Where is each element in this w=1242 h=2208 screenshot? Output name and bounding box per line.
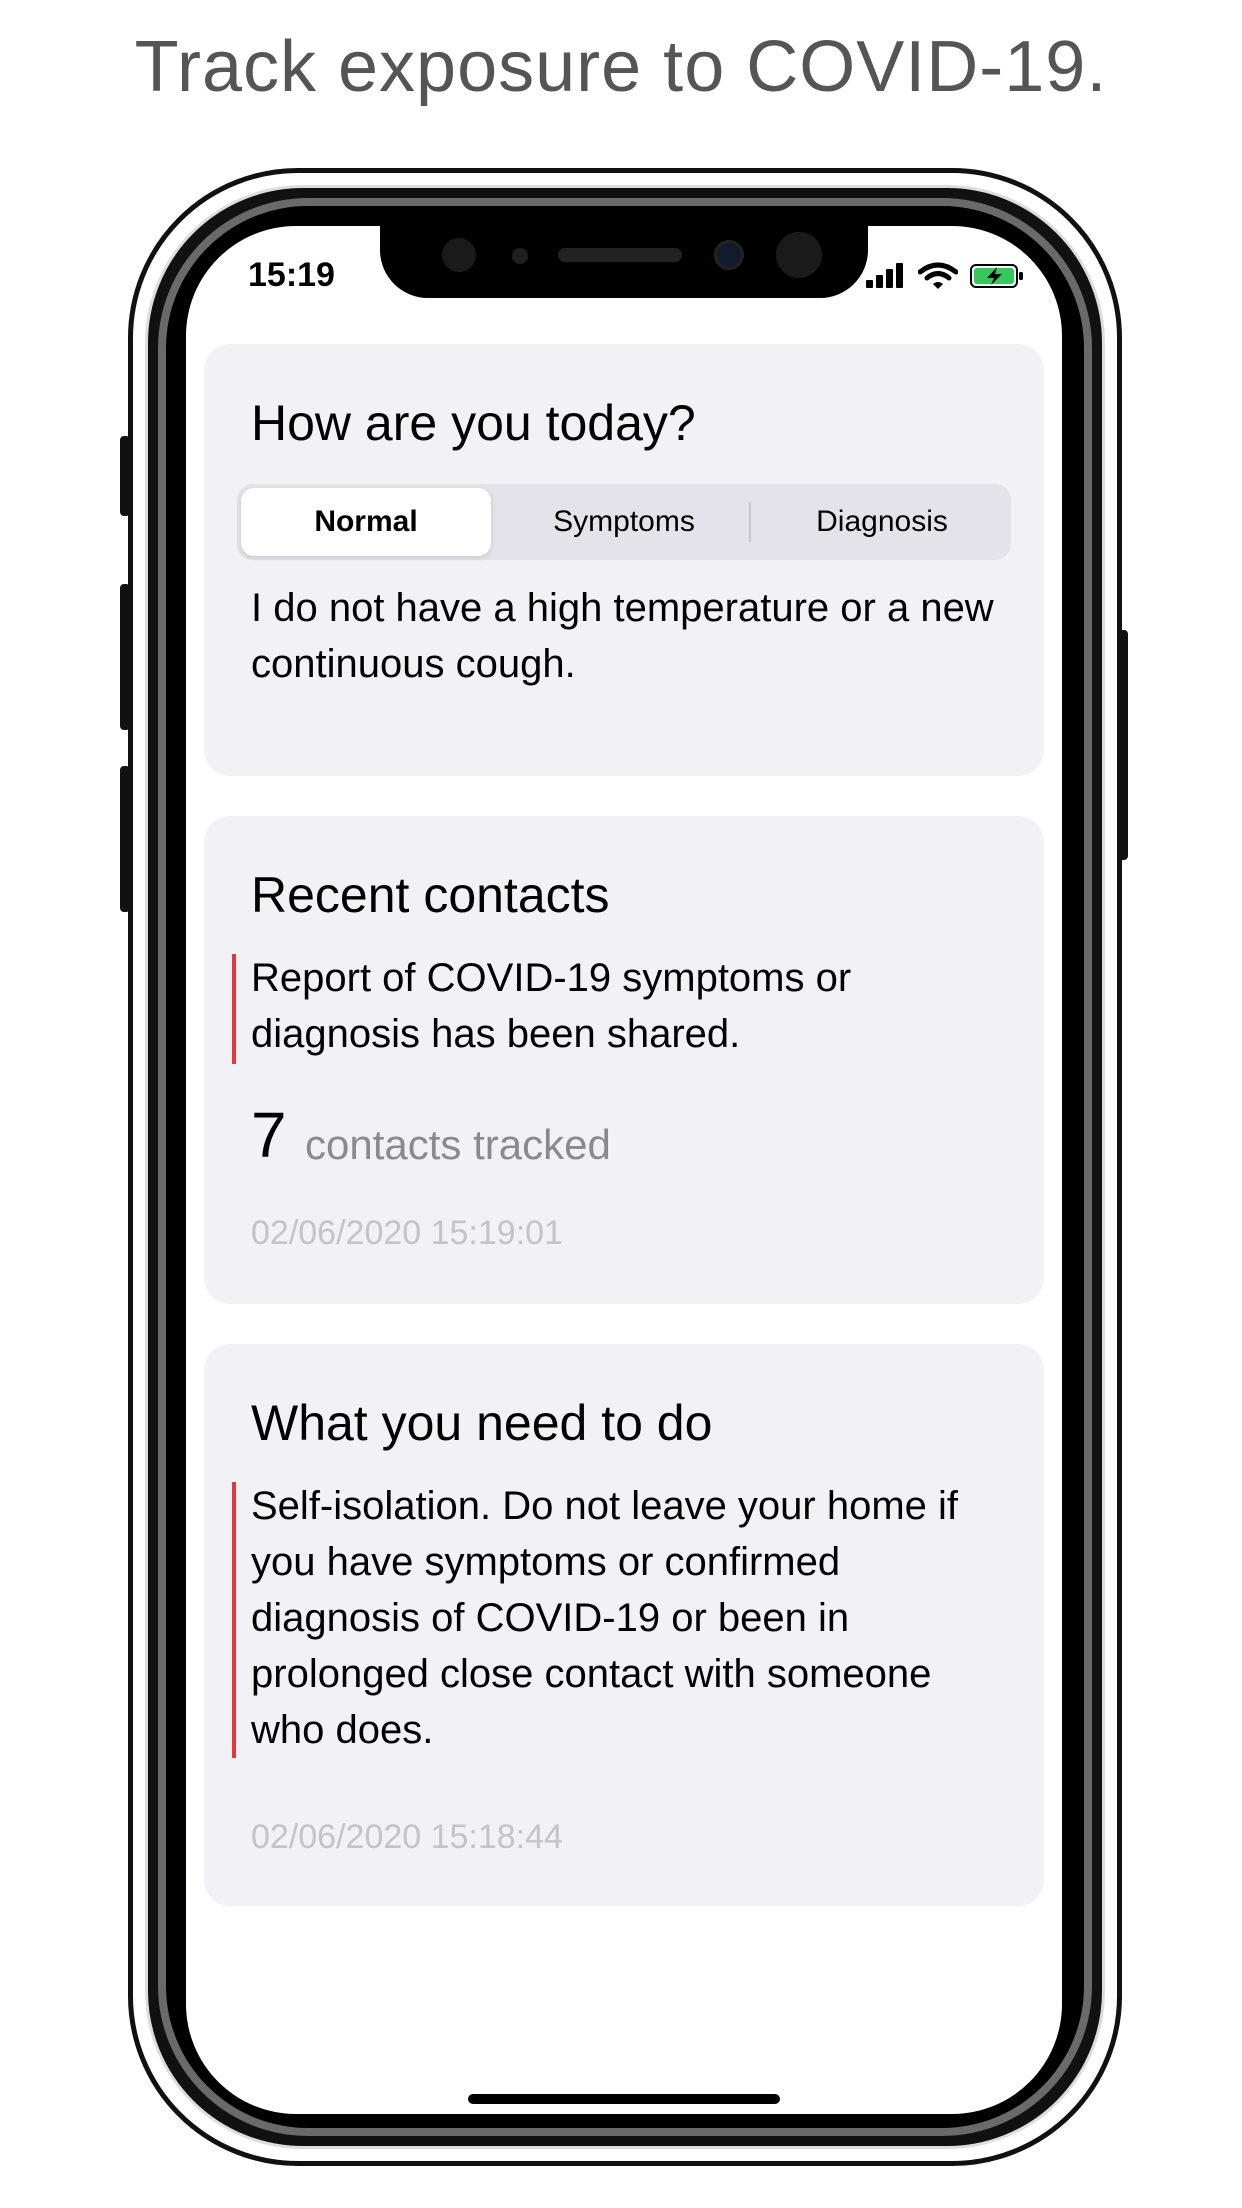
- recent-contacts-card: Recent contacts Report of COVID-19 sympt…: [204, 816, 1044, 1304]
- advice-timestamp: 02/06/2020 15:18:44: [251, 1818, 563, 1856]
- segment-normal[interactable]: Normal: [241, 488, 491, 556]
- advice-text: Self-isolation. Do not leave your home i…: [251, 1484, 959, 1752]
- advice-card: What you need to do Self-isolation. Do n…: [204, 1344, 1044, 1906]
- segment-symptoms[interactable]: Symptoms: [499, 488, 749, 556]
- status-time: 15:19: [248, 256, 335, 294]
- home-indicator[interactable]: [468, 2094, 780, 2104]
- segment-diagnosis[interactable]: Diagnosis: [757, 488, 1007, 556]
- status-segmented-control[interactable]: Normal Symptoms Diagnosis: [237, 484, 1011, 560]
- contacts-card-title: Recent contacts: [251, 867, 610, 923]
- marketing-headline: Track exposure to COVID-19.: [134, 27, 1108, 107]
- notch: [380, 226, 868, 298]
- health-card-title: How are you today?: [251, 395, 696, 451]
- alert-accent-bar: [232, 954, 236, 1064]
- status-description: I do not have a high temperature or a ne…: [251, 586, 994, 686]
- advice-accent-bar: [232, 1482, 236, 1758]
- phone-screen: 15:19 How are you today? Normal Symptoms…: [186, 226, 1062, 2114]
- contacts-timestamp: 02/06/2020 15:19:01: [251, 1214, 563, 1252]
- contacts-count-label: contacts tracked: [305, 1121, 611, 1168]
- status-icons: [854, 262, 1024, 290]
- signal-icon: [866, 262, 908, 288]
- contacts-alert-text: Report of COVID-19 symptoms or diagnosis…: [251, 956, 852, 1056]
- advice-card-title: What you need to do: [251, 1395, 713, 1451]
- wifi-icon: [918, 262, 958, 289]
- battery-charging-icon: [970, 264, 1023, 288]
- contacts-count: 7: [251, 1099, 287, 1171]
- segment-divider: [749, 502, 751, 542]
- health-status-card: How are you today? Normal Symptoms Diagn…: [204, 344, 1044, 776]
